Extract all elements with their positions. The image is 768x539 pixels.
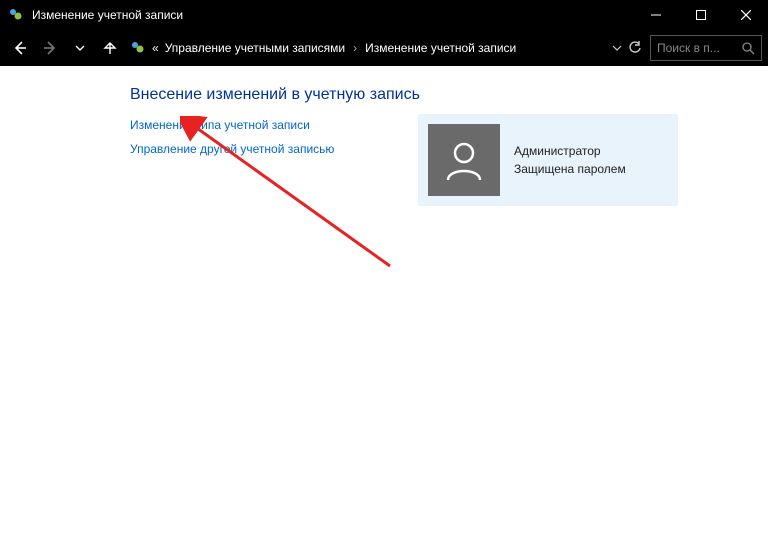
- address-dropdown[interactable]: [606, 41, 648, 55]
- search-icon: [742, 42, 755, 55]
- breadcrumb-item-manage[interactable]: Управление учетными записями: [165, 41, 345, 55]
- back-button[interactable]: [6, 34, 34, 62]
- app-icon: [8, 7, 24, 23]
- up-button[interactable]: [96, 34, 124, 62]
- content-area: Внесение изменений в учетную запись Изме…: [0, 66, 768, 539]
- forward-button[interactable]: [36, 34, 64, 62]
- titlebar: Изменение учетной записи: [0, 0, 768, 30]
- chevron-down-icon: [612, 43, 622, 53]
- maximize-button[interactable]: [678, 0, 723, 30]
- minimize-button[interactable]: [633, 0, 678, 30]
- user-accounts-icon: [130, 40, 146, 56]
- account-info: Администратор Защищена паролем: [514, 142, 626, 178]
- page-title: Внесение изменений в учетную запись: [130, 86, 732, 104]
- recent-locations-button[interactable]: [66, 34, 94, 62]
- breadcrumb-item-change[interactable]: Изменение учетной записи: [365, 41, 516, 55]
- breadcrumb[interactable]: « Управление учетными записями › Изменен…: [126, 34, 604, 62]
- account-role: Администратор: [514, 142, 626, 160]
- account-status: Защищена паролем: [514, 160, 626, 178]
- close-button[interactable]: [723, 0, 768, 30]
- user-icon: [440, 136, 488, 184]
- breadcrumb-root[interactable]: «: [152, 41, 159, 55]
- window-title: Изменение учетной записи: [32, 8, 633, 22]
- account-card[interactable]: Администратор Защищена паролем: [418, 114, 678, 206]
- navbar: « Управление учетными записями › Изменен…: [0, 30, 768, 66]
- window-controls: [633, 0, 768, 30]
- search-placeholder: Поиск в п...: [657, 41, 736, 55]
- refresh-icon[interactable]: [628, 41, 642, 55]
- avatar: [428, 124, 500, 196]
- chevron-right-icon: ›: [351, 41, 359, 55]
- search-input[interactable]: Поиск в п...: [650, 35, 762, 61]
